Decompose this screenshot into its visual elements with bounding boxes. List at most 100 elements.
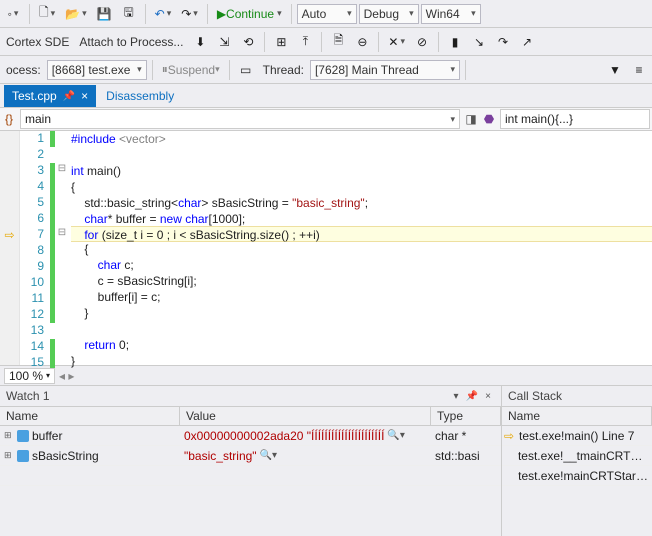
code-nav-bar: {} main ▾ ◨ ⬣ int main(){...}: [0, 107, 652, 131]
filter-icon[interactable]: ▼: [604, 59, 626, 81]
step-into-button[interactable]: ↘: [468, 31, 490, 53]
code-line[interactable]: c = sBasicString[i];: [71, 273, 652, 289]
code-line[interactable]: for (size_t i = 0 ; i < sBasicString.siz…: [71, 226, 652, 242]
breakpoint-gutter-line[interactable]: [0, 195, 19, 211]
step-out-button[interactable]: ↗: [516, 31, 538, 53]
callstack-row[interactable]: test.exe!mainCRTStartup(): [502, 466, 652, 486]
attach-to-process-button[interactable]: Attach to Process...: [75, 35, 187, 49]
nav-back-button[interactable]: ◦: [2, 3, 24, 25]
breakpoint-gutter-line[interactable]: [0, 211, 19, 227]
watch-row-empty[interactable]: [0, 466, 501, 486]
breakpoint-gutter-line[interactable]: [0, 339, 19, 355]
watch-row[interactable]: ⊞buffer0x00000000002ada20 "ÍÍÍÍÍÍÍÍÍÍÍÍÍ…: [0, 426, 501, 446]
debug-icon-2[interactable]: ⇲: [213, 31, 235, 53]
thread-icon[interactable]: ▭: [235, 59, 257, 81]
panel-close-icon[interactable]: ×: [481, 389, 495, 403]
continue-button[interactable]: ▶ Continue ▾: [213, 3, 286, 25]
fold-toggle[interactable]: ⊟: [55, 227, 69, 243]
breakpoint-gutter-line[interactable]: [0, 147, 19, 163]
debug-icon-9[interactable]: ⊘: [411, 31, 433, 53]
panel-dropdown-icon[interactable]: ▾: [449, 389, 463, 403]
breakpoint-gutter-line[interactable]: [0, 163, 19, 179]
debug-icon-4[interactable]: ⊞: [270, 31, 292, 53]
debug-icon-5[interactable]: ⤒: [294, 31, 316, 53]
cortex-sde-button[interactable]: Cortex SDE: [2, 35, 73, 49]
breakpoint-gutter-line[interactable]: [0, 131, 19, 147]
code-line[interactable]: {: [71, 241, 652, 257]
process-combo[interactable]: [8668] test.exe: [47, 60, 147, 80]
config-auto-combo[interactable]: Auto: [297, 4, 357, 24]
panel-pin-icon[interactable]: 📌: [465, 389, 479, 403]
watch-row[interactable]: ⊞sBasicString"basic_string"🔍▾std::basi: [0, 446, 501, 466]
code-line[interactable]: }: [71, 353, 652, 369]
col-type[interactable]: Type: [431, 407, 501, 425]
debug-icon-7[interactable]: ⊖: [351, 31, 373, 53]
debug-icon-1[interactable]: ⬇: [189, 31, 211, 53]
var-type: char *: [431, 429, 501, 443]
col-name[interactable]: Name: [0, 407, 180, 425]
zoom-bar: 100 % ◂ ▸: [0, 366, 652, 386]
document-tabs: Test.cpp 📌 × Disassembly: [0, 84, 652, 107]
breakpoint-gutter-line[interactable]: [0, 243, 19, 259]
code-line[interactable]: [71, 147, 652, 163]
fold-toggle[interactable]: ⊟: [55, 163, 69, 179]
code-line[interactable]: #include <vector>: [71, 131, 652, 147]
var-name: sBasicString: [32, 449, 99, 463]
expander-icon[interactable]: ⊞: [4, 430, 14, 441]
redo-button[interactable]: ↷: [177, 3, 202, 25]
line-number: 6: [20, 211, 44, 227]
debug-icon-8[interactable]: ✕: [384, 31, 409, 53]
zoom-arrows[interactable]: ◂ ▸: [59, 369, 74, 383]
save-button[interactable]: 💾: [93, 3, 116, 25]
breakpoint-gutter-line[interactable]: [0, 259, 19, 275]
pin-icon[interactable]: 📌: [63, 91, 75, 102]
zoom-combo[interactable]: 100 %: [4, 368, 55, 384]
suspend-button[interactable]: ⏸ Suspend ▾: [158, 59, 224, 81]
bottom-panels: Watch 1 ▾ 📌 × Name Value Type ⊞buffer0x0…: [0, 386, 652, 536]
config-debug-combo[interactable]: Debug: [359, 4, 419, 24]
code-line[interactable]: buffer[i] = c;: [71, 289, 652, 305]
thread-combo[interactable]: [7628] Main Thread: [310, 60, 460, 80]
code-line[interactable]: char* buffer = new char[1000];: [71, 211, 652, 227]
code-line[interactable]: [71, 321, 652, 337]
member-combo[interactable]: int main(){...}: [500, 109, 650, 129]
breakpoint-gutter-line[interactable]: ⇨: [0, 227, 19, 243]
expander-icon[interactable]: ⊞: [4, 450, 14, 461]
callstack-row[interactable]: ⇨test.exe!main() Line 7: [502, 426, 652, 446]
callstack-header: Name: [502, 406, 652, 426]
line-number: 2: [20, 147, 44, 163]
config-platform-combo[interactable]: Win64: [421, 4, 481, 24]
code-line[interactable]: std::basic_string<char> sBasicString = "…: [71, 195, 652, 211]
nav-split-icon[interactable]: ◨: [462, 112, 480, 126]
close-icon[interactable]: ×: [81, 89, 88, 103]
tab-disassembly[interactable]: Disassembly: [98, 85, 182, 107]
stack-frame-icon[interactable]: ≡: [628, 59, 650, 81]
breakpoint-gutter-line[interactable]: [0, 179, 19, 195]
tab-test-cpp[interactable]: Test.cpp 📌 ×: [4, 85, 96, 107]
cs-col-name[interactable]: Name: [502, 407, 652, 425]
open-button[interactable]: 📂: [61, 3, 90, 25]
debug-icon-6[interactable]: 🗎: [327, 31, 349, 53]
new-project-button[interactable]: 🗋: [35, 3, 59, 25]
magnifier-icon[interactable]: 🔍▾: [387, 430, 404, 441]
code-editor[interactable]: ⇨ 123456789101112131415 ⊟⊟ #include <vec…: [0, 131, 652, 366]
step-over-button[interactable]: ↷: [492, 31, 514, 53]
callstack-row[interactable]: test.exe!__tmainCRTStartu: [502, 446, 652, 466]
breakpoint-gutter-line[interactable]: [0, 307, 19, 323]
func-icon: ⬣: [480, 112, 498, 126]
breakpoint-gutter-line[interactable]: [0, 275, 19, 291]
col-value[interactable]: Value: [180, 407, 431, 425]
debug-icon-3[interactable]: ⟲: [237, 31, 259, 53]
magnifier-icon[interactable]: 🔍▾: [260, 450, 277, 461]
debug-icon-10[interactable]: ▮: [444, 31, 466, 53]
code-line[interactable]: }: [71, 305, 652, 321]
breakpoint-gutter-line[interactable]: [0, 323, 19, 339]
code-line[interactable]: int main(): [71, 163, 652, 179]
scope-combo[interactable]: main ▾: [20, 109, 460, 129]
code-line[interactable]: return 0;: [71, 337, 652, 353]
undo-button[interactable]: ↶: [151, 3, 176, 25]
breakpoint-gutter-line[interactable]: [0, 291, 19, 307]
save-all-button[interactable]: 🖫: [118, 3, 140, 25]
code-line[interactable]: {: [71, 179, 652, 195]
code-line[interactable]: char c;: [71, 257, 652, 273]
